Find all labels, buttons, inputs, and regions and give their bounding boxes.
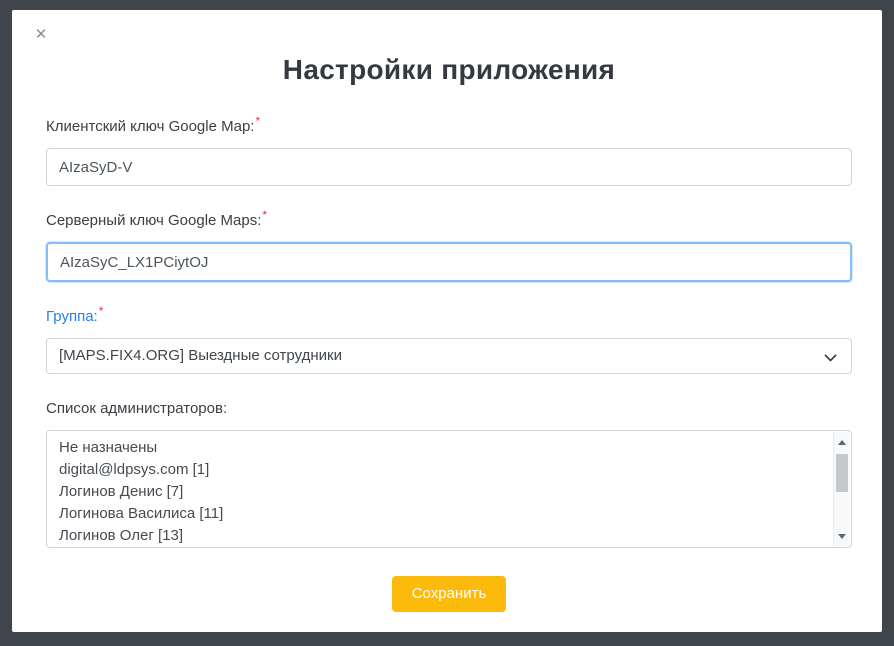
group-label-text: Группа:: [46, 308, 98, 325]
field-client-key: Клиентский ключ Google Map:*: [46, 118, 852, 186]
client-key-input[interactable]: [46, 148, 852, 186]
triangle-down-icon: [838, 534, 846, 539]
settings-dialog: ✕ Настройки приложения Клиентский ключ G…: [12, 10, 882, 632]
admin-option[interactable]: Логинов Денис [7]: [59, 481, 821, 503]
chevron-down-icon: [824, 349, 837, 362]
group-label: Группа:*: [46, 308, 852, 326]
field-admins: Список администраторов: Не назначены dig…: [46, 400, 852, 548]
admin-option[interactable]: digital@ldpsys.com [1]: [59, 459, 821, 481]
page-backdrop: { "modal": { "title": "Настройки приложе…: [0, 0, 894, 646]
server-key-label: Серверный ключ Google Maps:*: [46, 212, 852, 230]
vertical-scrollbar[interactable]: [833, 432, 850, 546]
scrollbar-thumb[interactable]: [836, 454, 848, 492]
server-key-input[interactable]: [46, 242, 852, 282]
field-group: Группа:* [MAPS.FIX4.ORG] Выездные сотруд…: [46, 308, 852, 374]
required-asterisk: *: [255, 114, 260, 128]
dialog-footer: Сохранить: [46, 576, 852, 612]
admin-option[interactable]: Не назначены: [59, 437, 821, 459]
admins-label: Список администраторов:: [46, 400, 852, 418]
page-title: Настройки приложения: [46, 52, 852, 88]
admins-listbox[interactable]: Не назначены digital@ldpsys.com [1] Логи…: [46, 430, 852, 548]
field-server-key: Серверный ключ Google Maps:*: [46, 212, 852, 282]
admin-option[interactable]: Логинова Василиса [11]: [59, 503, 821, 525]
admin-option[interactable]: Логинов Олег [13]: [59, 525, 821, 547]
admins-label-text: Список администраторов:: [46, 400, 227, 417]
server-key-label-text: Серверный ключ Google Maps:: [46, 212, 261, 229]
scrollbar-up-button[interactable]: [834, 434, 850, 450]
save-button[interactable]: Сохранить: [392, 576, 507, 612]
close-icon[interactable]: ✕: [32, 26, 50, 44]
admins-option-list: Не назначены digital@ldpsys.com [1] Логи…: [47, 431, 851, 548]
required-asterisk: *: [262, 208, 267, 222]
client-key-label-text: Клиентский ключ Google Map:: [46, 118, 254, 135]
required-asterisk: *: [99, 304, 104, 318]
group-select-value: [MAPS.FIX4.ORG] Выездные сотрудники: [59, 347, 342, 364]
triangle-up-icon: [838, 440, 846, 445]
scrollbar-down-button[interactable]: [834, 528, 850, 544]
group-select[interactable]: [MAPS.FIX4.ORG] Выездные сотрудники: [46, 338, 852, 374]
client-key-label: Клиентский ключ Google Map:*: [46, 118, 852, 136]
